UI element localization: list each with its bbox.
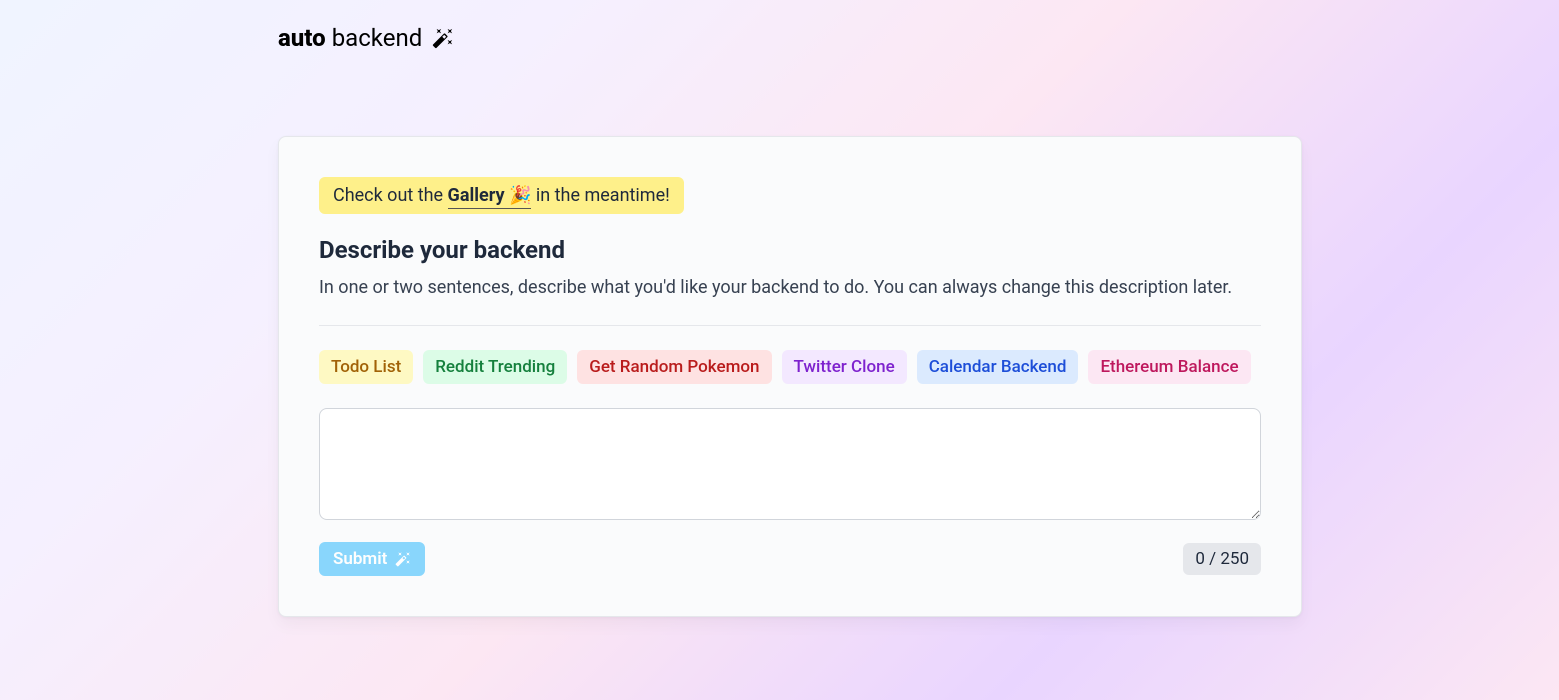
example-chip[interactable]: Ethereum Balance [1088, 350, 1250, 384]
main-card: Check out the Gallery 🎉 in the meantime!… [278, 136, 1302, 617]
example-chip[interactable]: Twitter Clone [782, 350, 907, 384]
divider [319, 325, 1261, 326]
banner-suffix: in the meantime! [536, 185, 670, 206]
submit-label: Submit [333, 549, 387, 569]
example-chip[interactable]: Get Random Pokemon [577, 350, 771, 384]
example-chips: Todo List Reddit Trending Get Random Pokem… [319, 350, 1261, 384]
logo-bold: auto [278, 24, 326, 52]
char-counter: 0 / 250 [1183, 543, 1261, 575]
submit-button[interactable]: Submit [319, 542, 425, 576]
logo-normal: backend [332, 24, 423, 52]
example-chip[interactable]: Todo List [319, 350, 413, 384]
site-logo[interactable]: auto backend [278, 0, 1302, 52]
gallery-banner: Check out the Gallery 🎉 in the meantime! [319, 177, 684, 214]
description-textarea[interactable] [319, 408, 1261, 520]
form-footer: Submit 0 / 250 [319, 542, 1261, 576]
example-chip[interactable]: Calendar Backend [917, 350, 1079, 384]
banner-prefix: Check out the [333, 185, 448, 206]
wand-icon [432, 27, 454, 49]
gallery-link[interactable]: Gallery 🎉 [448, 185, 532, 209]
section-subheading: In one or two sentences, describe what y… [319, 274, 1261, 301]
section-heading: Describe your backend [319, 236, 1261, 264]
example-chip[interactable]: Reddit Trending [423, 350, 567, 384]
wand-icon [395, 551, 411, 567]
